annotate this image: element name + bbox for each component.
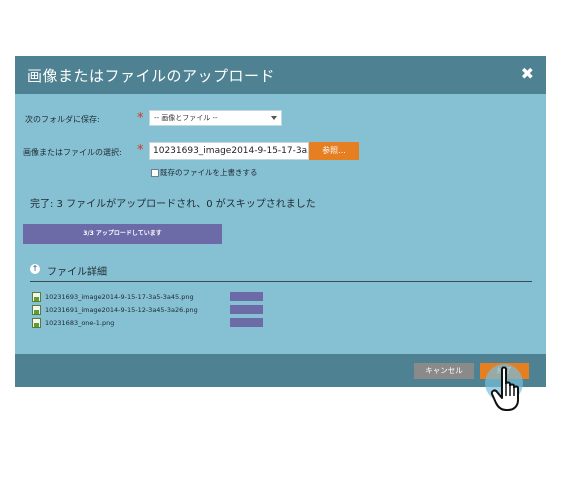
file-label: 画像またはファイルの選択: (23, 148, 122, 157)
folder-select[interactable]: -- 画像とファイル -- (149, 110, 282, 126)
required-mark-folder: * (137, 111, 144, 126)
image-file-icon (32, 318, 41, 328)
upload-progress-bar: 3/3 アップロードしています (23, 224, 222, 244)
folder-label: 次のフォルダに保存: (25, 115, 100, 124)
upload-status-text: 完了: 3 ファイルがアップロードされ、0 がスキップされました (30, 199, 316, 210)
required-mark-file: * (137, 143, 144, 158)
file-name: 10231683_one-1.png (45, 319, 115, 327)
image-file-icon (32, 292, 41, 302)
cancel-button[interactable]: キャンセル (414, 363, 474, 379)
file-details-title: ファイル詳細 (47, 267, 107, 278)
file-progress-bar (230, 318, 263, 327)
file-name: 10231693_image2014-9-15-17-3a5-3a45.png (45, 293, 194, 301)
overwrite-checkbox[interactable] (151, 169, 159, 177)
overwrite-label: 既存のファイルを上書きする (160, 168, 258, 177)
hand-pointer-icon (491, 366, 519, 411)
dialog-footer: キャンセル 終了 (15, 354, 546, 387)
close-icon[interactable]: ✖ (521, 65, 534, 83)
upload-dialog: 画像またはファイルのアップロード ✖ 次のフォルダに保存: * -- 画像とファ… (15, 56, 546, 387)
arrow-up-circle-icon: ↑ (30, 264, 40, 274)
divider (30, 281, 532, 282)
folder-select-value: -- 画像とファイル -- (154, 114, 218, 122)
file-name: 10231691_image2014-9-15-12-3a45-3a26.png (45, 306, 198, 314)
file-progress-bar (230, 305, 263, 314)
dialog-titlebar: 画像またはファイルのアップロード ✖ (15, 56, 546, 94)
dialog-title: 画像またはファイルのアップロード (27, 67, 276, 85)
image-file-icon (32, 305, 41, 315)
file-path-input[interactable]: 10231693_image2014-9-15-17-3a5- (149, 142, 309, 160)
file-progress-bar (230, 292, 263, 301)
browse-button[interactable]: 参照... (309, 142, 359, 160)
chevron-down-icon (271, 116, 277, 120)
